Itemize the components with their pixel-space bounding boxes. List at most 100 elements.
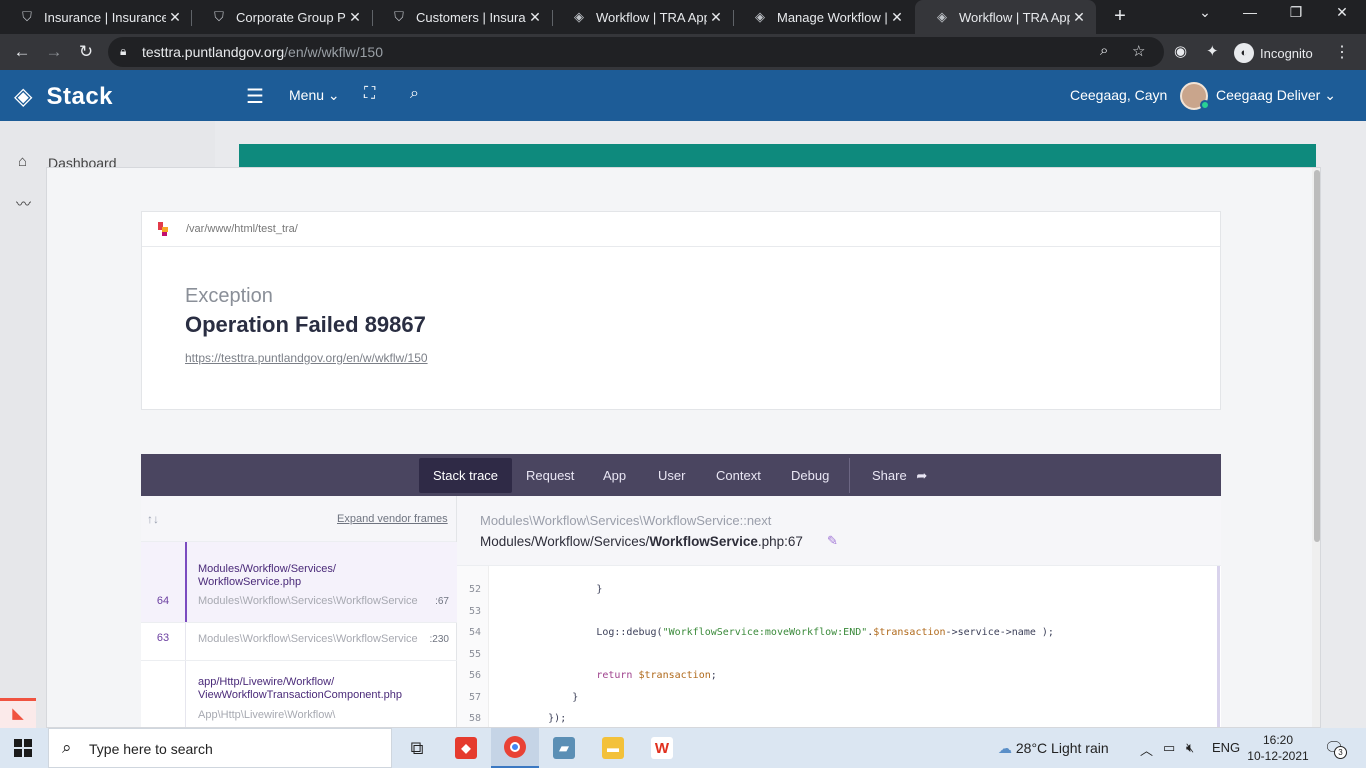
code-file-dir: Modules/Workflow/Services/ [480, 534, 650, 549]
stack-frame[interactable]: Modules/Workflow/Services/ WorkflowServi… [141, 542, 457, 623]
search-icon: ⌕ [62, 738, 72, 757]
stack-frames-panel: ↑↓ Expand vendor frames Modules/Workflow… [141, 496, 457, 727]
stack-frame[interactable]: 63 Modules\Workflow\Services\WorkflowSer… [141, 623, 457, 661]
taskbar-app-explorer[interactable]: ▬ [589, 728, 637, 768]
home-icon: ⌂ [18, 153, 28, 170]
browser-tab[interactable]: ⛉ Corporate Group Polic ✕ [192, 0, 372, 34]
close-icon[interactable]: ✕ [1070, 9, 1088, 26]
code-string: "WorkflowService:moveWorkflow:END" [662, 627, 868, 638]
taskbar-app-editor[interactable]: ▰ [540, 728, 588, 768]
line-number: 52 [468, 584, 481, 595]
tab-divider [849, 458, 850, 493]
chart-line-icon[interactable]: 〰 [16, 193, 31, 214]
close-icon[interactable]: ✕ [346, 9, 364, 26]
company-name[interactable]: Ceegaag, Cayn [1070, 87, 1167, 103]
windows-start-icon[interactable] [14, 739, 32, 757]
zoom-search-icon[interactable]: ⌕ [1100, 42, 1108, 59]
browser-tab[interactable]: ⛉ Customers | Insurance ✕ [372, 0, 552, 34]
taskbar-app-anydesk[interactable]: ◆ [442, 728, 490, 768]
battery-icon[interactable]: ▭ [1163, 740, 1175, 756]
puzzle-extensions-icon[interactable]: ✦ [1206, 42, 1219, 60]
weather-icon: ☁︎ [998, 740, 1012, 756]
tab-stack-trace[interactable]: Stack trace [419, 458, 513, 493]
task-view-icon[interactable]: ⧉ [393, 728, 441, 768]
stack-frame[interactable]: app/Http/Livewire/Workflow/ ViewWorkflow… [141, 661, 457, 727]
code-class-method: Modules\Workflow\Services\WorkflowServic… [480, 513, 772, 528]
tab-title: Manage Workflow | TR [777, 9, 888, 25]
tab-debug[interactable]: Debug [777, 458, 843, 493]
search-icon[interactable]: ⌕ [410, 85, 419, 103]
chevron-down-icon: ⌄ [1324, 87, 1336, 103]
hamburger-icon[interactable]: ☰ [246, 84, 264, 109]
fullscreen-icon[interactable]: ⛶ [364, 85, 375, 103]
error-tab-bar: Stack trace Request App User Context Deb… [141, 454, 1221, 496]
browser-tab[interactable]: ◈ Manage Workflow | TR ✕ [733, 0, 914, 34]
frame-file-name: ViewWorkflowTransactionComponent.php [198, 689, 403, 701]
minimize-icon[interactable]: — [1238, 4, 1262, 20]
reload-icon[interactable]: ↻ [74, 40, 98, 64]
tab-user[interactable]: User [644, 458, 699, 493]
code-keyword: return [500, 670, 639, 681]
modal-scrollbar[interactable] [1312, 168, 1320, 727]
expand-vendor-frames-link[interactable]: Expand vendor frames [337, 513, 448, 525]
edit-pencil-icon[interactable]: ✎ [827, 533, 838, 549]
brand[interactable]: ◈ Stack [14, 82, 113, 111]
restore-icon[interactable]: ❐ [1284, 4, 1308, 21]
code-line: 55 [457, 649, 1217, 671]
browser-menu-icon[interactable]: ⋮ [1334, 42, 1350, 62]
frame-line: :67 [435, 596, 449, 607]
exception-url[interactable]: https://testtra.puntlandgov.org/en/w/wkf… [185, 351, 428, 365]
forward-icon[interactable]: → [42, 40, 66, 64]
modal-scrollbar-thumb[interactable] [1314, 170, 1320, 542]
back-icon[interactable]: ← [10, 40, 34, 64]
code-line: 52 } [457, 584, 1217, 606]
system-clock[interactable]: 16:20 10-12-2021 [1244, 732, 1312, 764]
close-window-icon[interactable]: ✕ [1330, 4, 1354, 21]
laravel-debugbar-icon[interactable]: ◣ [0, 698, 36, 728]
code-scrollbar[interactable] [1217, 566, 1220, 727]
browser-tab-active[interactable]: ◈ Workflow | TRA App ✕ [915, 0, 1096, 34]
frame-divider [185, 623, 186, 660]
app-path: /var/www/html/test_tra/ [186, 223, 298, 235]
menu-dropdown[interactable]: Menu ⌄ [289, 87, 340, 104]
frame-nav-arrows-icon[interactable]: ↑↓ [147, 512, 159, 526]
new-tab-icon[interactable]: + [1109, 5, 1131, 28]
tab-search-chevron-icon[interactable]: ⌄ [1193, 4, 1217, 21]
tab-share[interactable]: Share ➦ [858, 458, 941, 493]
taskbar-app-wps[interactable]: W [638, 728, 686, 768]
code-token: ; [710, 670, 717, 681]
user-menu[interactable]: Ceegaag Deliver ⌄ [1216, 87, 1336, 104]
extension-icon[interactable]: ◉ [1174, 42, 1187, 60]
tab-request[interactable]: Request [512, 458, 588, 493]
language-indicator[interactable]: ENG [1212, 740, 1240, 755]
error-path-bar: /var/www/html/test_tra/ [142, 212, 1220, 247]
tab-title: Workflow | TRA App [959, 9, 1070, 25]
browser-tab[interactable]: ⛉ Insurance | Insurance ✕ [0, 0, 192, 34]
close-icon[interactable]: ✕ [526, 9, 544, 26]
share-label: Share [872, 468, 907, 483]
notification-center-icon[interactable]: 🗨︎3 [1324, 738, 1347, 759]
code-token: Log::debug( [500, 627, 663, 638]
incognito-label: Incognito [1260, 45, 1313, 61]
incognito-indicator[interactable]: ◐ Incognito [1234, 43, 1313, 63]
weather-widget[interactable]: ☁︎ 28°C Light rain [998, 740, 1109, 757]
close-icon[interactable]: ✕ [166, 9, 184, 26]
close-icon[interactable]: ✕ [707, 9, 725, 26]
bookmark-star-icon[interactable]: ☆ [1132, 42, 1145, 60]
line-number: 55 [468, 649, 481, 660]
browser-tab[interactable]: ◈ Workflow | TRA App ✕ [552, 0, 733, 34]
volume-muted-icon[interactable]: 🔇︎ [1186, 740, 1194, 756]
taskbar-app-chrome[interactable] [491, 728, 539, 768]
tab-context[interactable]: Context [702, 458, 775, 493]
anydesk-icon: ◆ [455, 737, 477, 759]
address-bar[interactable]: 🔒︎ testtra.puntlandgov.org/en/w/wkflw/15… [108, 37, 1164, 67]
tray-chevron-up-icon[interactable]: ︿ [1140, 740, 1153, 759]
code-text: } [500, 692, 579, 703]
taskbar-search[interactable]: ⌕ Type here to search [48, 728, 392, 768]
browser-tab-strip: ⛉ Insurance | Insurance ✕ ⛉ Corporate Gr… [0, 0, 1366, 34]
tab-app[interactable]: App [589, 458, 640, 493]
close-icon[interactable]: ✕ [888, 9, 906, 26]
line-number: 57 [468, 692, 481, 703]
code-viewer: Modules\Workflow\Services\WorkflowServic… [457, 496, 1221, 727]
brand-name: Stack [46, 82, 114, 110]
